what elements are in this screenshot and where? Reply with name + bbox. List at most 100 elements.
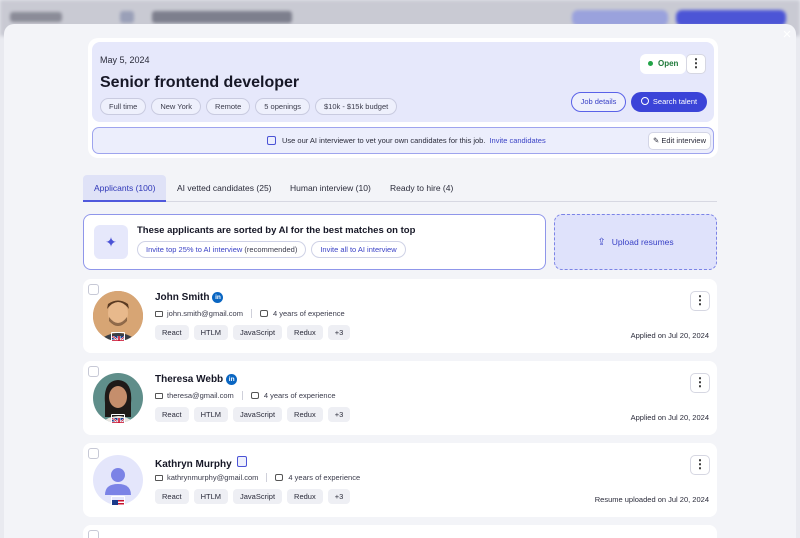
status-label: Open	[658, 59, 679, 68]
skill-tag: JavaScript	[233, 325, 283, 340]
applied-date: Applied on Jul 20, 2024	[630, 413, 709, 422]
skill-tag: React	[155, 489, 189, 504]
ai-bar-message: Use our AI interviewer to vet your own c…	[282, 136, 486, 145]
skill-tags: React HTLM JavaScript Redux +3	[155, 407, 351, 422]
more-skills-tag[interactable]: +3	[327, 489, 351, 504]
edit-interview-button[interactable]: ✎ Edit interview	[648, 132, 711, 150]
applicant-email: theresa@gmail.com	[167, 391, 234, 400]
applicant-card[interactable]: John Smith in john.smith@gmail.com 4 years…	[83, 279, 717, 353]
bg-logo	[10, 12, 62, 22]
upload-icon: ⇪	[597, 237, 606, 248]
linkedin-icon[interactable]: in	[226, 374, 238, 385]
resume-uploaded-date: Resume uploaded on Jul 20, 2024	[594, 495, 709, 504]
skill-tag: HTLM	[193, 407, 229, 422]
tab-applicants[interactable]: Applicants (100)	[83, 175, 167, 202]
applicant-card[interactable]: Kathryn Murphy kathrynmurphy@gmail.com 4 …	[83, 443, 717, 517]
invite-all-button[interactable]: Invite all to AI interview	[311, 241, 406, 258]
applicant-email: kathrynmurphy@gmail.com	[167, 473, 259, 482]
applicant-checkbox[interactable]	[88, 366, 99, 377]
skill-tag: Redux	[287, 489, 323, 504]
invite-all-label: Invite all to AI interview	[320, 245, 397, 254]
applicant-name[interactable]: Theresa Webb in	[155, 374, 238, 385]
job-tag: $10k - $15k budget	[315, 98, 398, 115]
skill-tag: JavaScript	[233, 407, 283, 422]
applicant-card[interactable]: Theresa Webb in theresa@gmail.com 4 years …	[83, 361, 717, 435]
meta-divider	[250, 309, 252, 318]
applicant-name-text: Kathryn Murphy	[155, 459, 232, 470]
applicant-name-text: Theresa Webb	[155, 374, 224, 385]
mail-icon	[155, 392, 163, 399]
upload-label: Upload resumes	[611, 237, 674, 247]
tab-ai-vetted[interactable]: AI vetted candidates (25)	[177, 175, 272, 202]
job-applicants-modal: × May 5, 2024 Senior frontend developer …	[4, 24, 796, 538]
bg-page-title	[152, 11, 292, 23]
skill-tag: HTLM	[193, 325, 229, 340]
skill-tag: Redux	[287, 407, 323, 422]
mail-icon	[155, 474, 163, 481]
upload-resumes-dropzone[interactable]: ⇪ Upload resumes	[554, 214, 717, 270]
job-date: May 5, 2024	[100, 55, 150, 65]
skill-tag: JavaScript	[233, 489, 283, 504]
magic-wand-icon: ✦	[94, 225, 128, 259]
tab-ready-to-hire[interactable]: Ready to hire (4)	[390, 175, 453, 202]
resume-icon[interactable]	[236, 456, 247, 467]
status-badge[interactable]: Open	[640, 54, 687, 74]
job-tags: Full time New York Remote 5 openings $10…	[100, 98, 398, 115]
briefcase-icon	[275, 474, 284, 481]
ai-sort-card: ✦ These applicants are sorted by AI for …	[83, 214, 546, 270]
applicant-meta: john.smith@gmail.com 4 years of experienc…	[155, 309, 345, 318]
status-dot-icon	[648, 61, 653, 67]
applicant-experience: 4 years of experience	[272, 309, 345, 318]
skill-tags: React HTLM JavaScript Redux +3	[155, 325, 351, 340]
applicant-checkbox[interactable]	[88, 284, 99, 295]
applicant-email: john.smith@gmail.com	[167, 309, 243, 318]
applicant-experience: 4 years of experience	[263, 391, 336, 400]
job-tag: Remote	[206, 98, 251, 115]
linkedin-icon[interactable]: in	[212, 292, 224, 303]
applicant-more-button[interactable]: ⋮	[690, 373, 710, 393]
skill-tags: React HTLM JavaScript Redux +3	[155, 489, 351, 504]
applicant-name[interactable]: Kathryn Murphy	[155, 456, 247, 470]
applicant-tabs: Applicants (100) AI vetted candidates (2…	[83, 175, 717, 202]
uk-flag-icon	[111, 332, 125, 342]
job-more-button[interactable]: ⋮	[686, 54, 706, 74]
applicant-checkbox[interactable]	[88, 530, 99, 538]
skill-tag: React	[155, 325, 189, 340]
applicant-card[interactable]	[83, 525, 717, 538]
applicant-more-button[interactable]: ⋮	[690, 291, 710, 311]
tab-human-interview[interactable]: Human interview (10)	[290, 175, 371, 202]
close-icon[interactable]: ×	[780, 27, 794, 42]
skill-tag: HTLM	[193, 489, 229, 504]
job-details-button[interactable]: Job details	[571, 92, 626, 112]
job-title: Senior frontend developer	[100, 74, 300, 91]
ai-chip-icon	[267, 136, 276, 145]
ai-interviewer-text: Use our AI interviewer to vet your own c…	[267, 136, 546, 145]
skill-tag: Redux	[287, 325, 323, 340]
uk-flag-icon	[111, 414, 125, 424]
applicant-experience: 4 years of experience	[288, 473, 361, 482]
invite-top-label: Invite top 25% to AI interview	[146, 245, 243, 254]
job-tag: Full time	[100, 98, 147, 115]
briefcase-icon	[259, 310, 268, 317]
mail-icon	[155, 310, 163, 317]
search-talent-button[interactable]: Search talent	[631, 92, 707, 112]
briefcase-icon	[250, 392, 259, 399]
us-flag-icon	[111, 496, 125, 506]
more-skills-tag[interactable]: +3	[327, 325, 351, 340]
applied-date: Applied on Jul 20, 2024	[630, 331, 709, 340]
applicant-more-button[interactable]: ⋮	[690, 455, 710, 475]
applicant-checkbox[interactable]	[88, 448, 99, 459]
invite-candidates-link[interactable]: Invite candidates	[489, 136, 545, 145]
edit-interview-label: Edit interview	[661, 136, 706, 145]
search-talent-label: Search talent	[652, 97, 698, 106]
meta-divider	[266, 473, 268, 482]
applicant-name[interactable]: John Smith in	[155, 292, 224, 303]
applicant-meta: kathrynmurphy@gmail.com 4 years of experi…	[155, 473, 360, 482]
job-tag: New York	[151, 98, 202, 115]
pencil-icon: ✎	[653, 136, 660, 145]
invite-top-button[interactable]: Invite top 25% to AI interview (recommen…	[137, 241, 307, 258]
job-tag: 5 openings	[255, 98, 310, 115]
skill-tag: React	[155, 407, 189, 422]
applicant-meta: theresa@gmail.com 4 years of experience	[155, 391, 336, 400]
more-skills-tag[interactable]: +3	[327, 407, 351, 422]
